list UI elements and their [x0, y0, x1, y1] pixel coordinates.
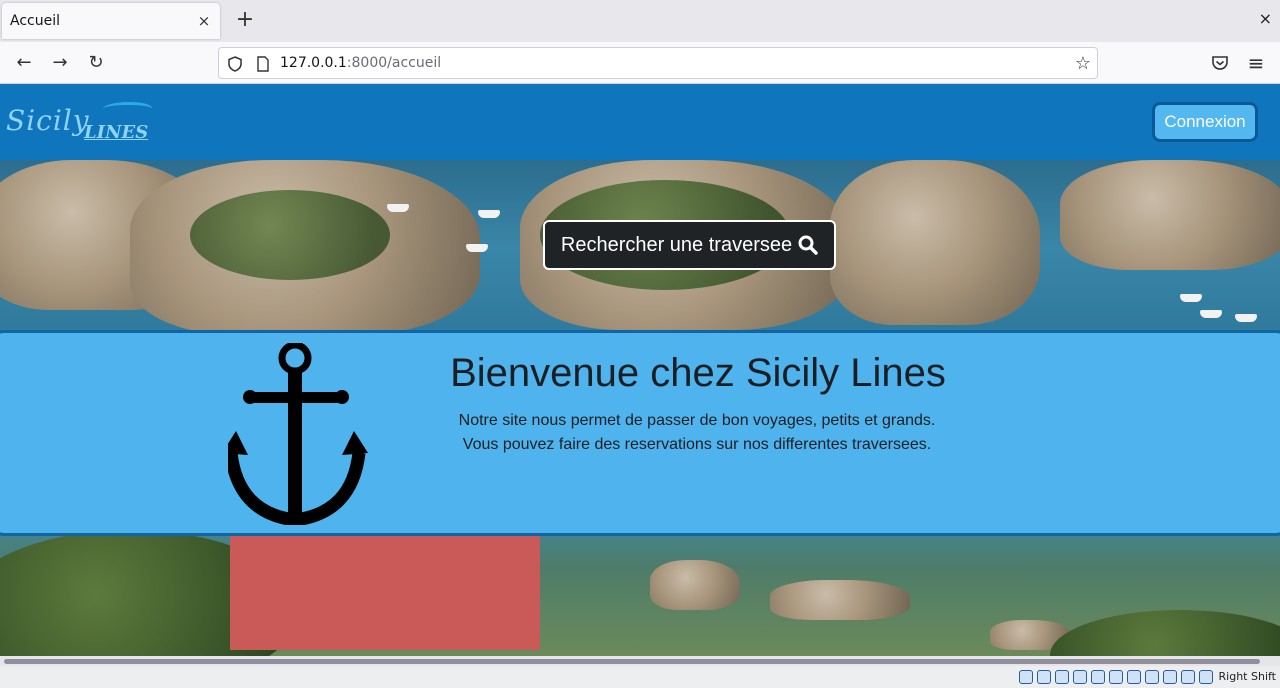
status-icons: [1019, 670, 1213, 684]
scrollbar-thumb[interactable]: [4, 659, 1260, 664]
shield-icon[interactable]: [227, 56, 243, 72]
web-page: Sicily LINES Connexion Rechercher une tr…: [0, 84, 1280, 656]
tab-close-icon[interactable]: ×: [196, 12, 212, 30]
menu-icon[interactable]: ≡: [1245, 53, 1267, 75]
host-key-label: Right Shift: [1218, 670, 1276, 683]
navigation-bar: ← → ↻ 127.0.0.1:8000/accueil ☆ ≡: [0, 42, 1280, 84]
welcome-line-1: Notre site nous permet de passer de bon …: [458, 412, 936, 429]
welcome-title: Bienvenue chez Sicily Lines: [450, 351, 946, 395]
audio-icon[interactable]: [1055, 670, 1069, 684]
back-button[interactable]: ←: [13, 53, 35, 75]
logo-word-lines: LINES: [84, 122, 149, 143]
video-capture-icon[interactable]: [1145, 670, 1159, 684]
bookmark-star-icon[interactable]: ☆: [1075, 53, 1091, 74]
logo-wave-icon: [99, 102, 155, 116]
tab-accueil[interactable]: Accueil ×: [2, 3, 220, 39]
url-bar[interactable]: 127.0.0.1:8000/accueil ☆: [218, 47, 1098, 79]
anchor-icon: [228, 343, 368, 525]
search-crossing-button[interactable]: Rechercher une traversee: [543, 220, 836, 270]
shared-folder-icon[interactable]: [1109, 670, 1123, 684]
welcome-line-2: Vous pouvez faire des reservations sur n…: [462, 436, 932, 453]
search-icon: [798, 235, 818, 255]
display-icon[interactable]: [1127, 670, 1141, 684]
welcome-description: Notre site nous permet de passer de bon …: [397, 409, 997, 457]
disk-icon[interactable]: [1019, 670, 1033, 684]
cpu-icon[interactable]: [1163, 670, 1177, 684]
site-logo[interactable]: Sicily LINES: [6, 102, 156, 146]
pocket-icon[interactable]: [1211, 54, 1229, 72]
window-close-icon[interactable]: ×: [1259, 9, 1272, 28]
guest-additions-icon[interactable]: [1181, 670, 1195, 684]
vm-status-bar: Right Shift: [0, 666, 1280, 688]
url-host: 127.0.0.1: [280, 55, 347, 71]
network-icon[interactable]: [1073, 670, 1087, 684]
optical-drive-icon[interactable]: [1037, 670, 1051, 684]
tab-title: Accueil: [10, 13, 60, 29]
forward-button[interactable]: →: [49, 53, 71, 75]
site-header: Sicily LINES Connexion: [0, 84, 1280, 160]
url-text[interactable]: 127.0.0.1:8000/accueil: [280, 55, 441, 71]
url-path: :8000/accueil: [346, 55, 442, 71]
welcome-panel: Bienvenue chez Sicily Lines Notre site n…: [0, 330, 1280, 536]
new-tab-button[interactable]: +: [234, 9, 256, 33]
usb-icon[interactable]: [1091, 670, 1105, 684]
tab-bar: Accueil × + ×: [0, 0, 1280, 42]
horizontal-scrollbar[interactable]: [0, 656, 1280, 666]
search-button-label: Rechercher une traversee: [560, 233, 793, 256]
login-button[interactable]: Connexion: [1152, 102, 1258, 142]
logo-word-sicily: Sicily: [6, 104, 90, 137]
page-icon: [257, 56, 269, 72]
keyboard-capture-icon[interactable]: [1199, 670, 1213, 684]
reload-button[interactable]: ↻: [85, 53, 107, 75]
